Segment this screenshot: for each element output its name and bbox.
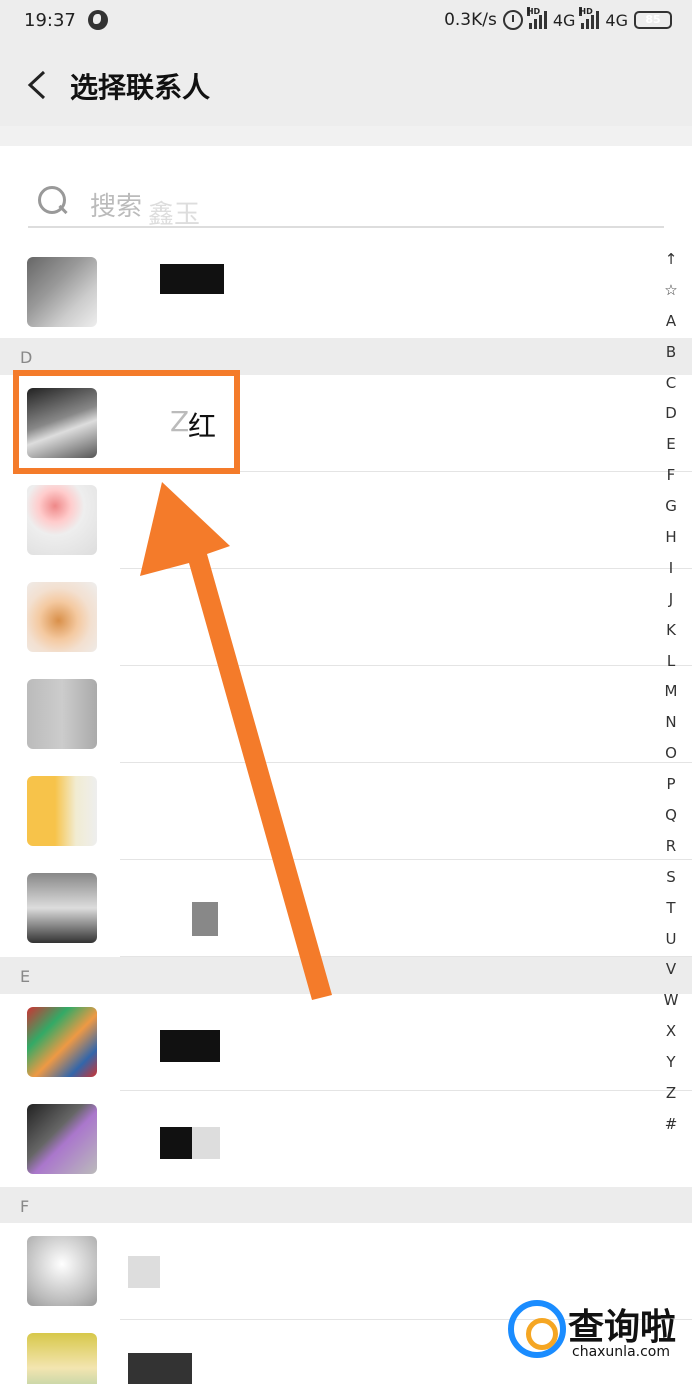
contact-avatar xyxy=(27,873,97,943)
index-letter[interactable]: A xyxy=(658,306,684,337)
redacted-name xyxy=(160,264,224,294)
index-letter[interactable]: V xyxy=(658,954,684,985)
contact-row[interactable] xyxy=(0,244,692,341)
contact-row[interactable] xyxy=(0,569,692,666)
redacted-name xyxy=(128,1256,160,1288)
index-letter[interactable]: F xyxy=(658,460,684,491)
hd-label-2: HD xyxy=(579,7,593,16)
index-letter[interactable]: ↑ xyxy=(658,244,684,275)
redacted-name xyxy=(192,902,218,936)
index-letter[interactable]: W xyxy=(658,985,684,1016)
search-placeholder: 搜索 xyxy=(90,192,143,222)
contact-avatar xyxy=(27,679,97,749)
redacted-name-2 xyxy=(192,1127,220,1159)
contact-avatar xyxy=(27,776,97,846)
status-time: 19:37 xyxy=(24,10,76,31)
globe-icon xyxy=(88,10,108,30)
search-icon xyxy=(36,184,70,218)
status-bar: 19:37 0.3K/s HD 4G HD 4G 85 xyxy=(0,0,692,44)
battery-level: 85 xyxy=(645,13,661,26)
index-letter[interactable]: P xyxy=(658,769,684,800)
index-letter[interactable]: N xyxy=(658,707,684,738)
index-letter[interactable]: S xyxy=(658,862,684,893)
index-letter[interactable]: O xyxy=(658,738,684,769)
contact-row[interactable] xyxy=(0,860,692,957)
redacted-name xyxy=(160,1030,220,1062)
index-letter[interactable]: B xyxy=(658,337,684,368)
contact-row[interactable] xyxy=(0,763,692,860)
index-letter[interactable]: Y xyxy=(658,1047,684,1078)
highlight-box xyxy=(13,370,240,474)
search-area: 搜索 鑫玉 xyxy=(0,146,692,244)
index-letter[interactable]: I xyxy=(658,553,684,584)
contact-row[interactable] xyxy=(0,1091,692,1188)
section-header-f: F xyxy=(0,1187,692,1224)
watermark: 查询啦 chaxunla.com xyxy=(502,1298,682,1364)
index-letter[interactable]: M xyxy=(658,676,684,707)
index-letter[interactable]: E xyxy=(658,429,684,460)
status-right: 0.3K/s HD 4G HD 4G 85 xyxy=(444,7,672,30)
redacted-name xyxy=(160,1127,192,1159)
alphabet-index[interactable]: ↑ ☆ A B C D E F G H I J K L M N O P Q R S T U V W X Y Z # xyxy=(658,244,684,1140)
contact-avatar xyxy=(27,582,97,652)
contact-row[interactable] xyxy=(0,666,692,763)
index-letter[interactable]: T xyxy=(658,893,684,924)
contact-row[interactable] xyxy=(0,994,692,1091)
network-2: 4G xyxy=(605,10,628,30)
section-header-e: E xyxy=(0,957,692,994)
index-letter[interactable]: K xyxy=(658,615,684,646)
contact-avatar xyxy=(27,1333,97,1384)
contact-avatar xyxy=(27,485,97,555)
signal-icon: HD xyxy=(526,7,547,29)
index-letter[interactable]: X xyxy=(658,1016,684,1047)
net-speed: 0.3K/s xyxy=(444,10,497,30)
watermark-brand: 查询啦 xyxy=(568,1307,677,1348)
contact-avatar xyxy=(27,1236,97,1306)
index-letter[interactable]: H xyxy=(658,522,684,553)
index-letter[interactable]: # xyxy=(658,1109,684,1140)
redacted-name xyxy=(128,1353,192,1384)
watermark-domain: chaxunla.com xyxy=(572,1344,670,1360)
page-title: 选择联系人 xyxy=(70,71,211,104)
search-ghost-text: 鑫玉 xyxy=(148,200,201,230)
watermark-logo-icon xyxy=(508,1300,566,1358)
index-letter[interactable]: C xyxy=(658,368,684,399)
index-letter[interactable]: U xyxy=(658,924,684,955)
index-letter[interactable]: G xyxy=(658,491,684,522)
index-letter[interactable]: L xyxy=(658,646,684,677)
contact-row[interactable] xyxy=(0,472,692,569)
contact-avatar xyxy=(27,1007,97,1077)
index-letter[interactable]: Z xyxy=(658,1078,684,1109)
index-letter[interactable]: J xyxy=(658,584,684,615)
header: 选择联系人 xyxy=(0,44,692,126)
battery-icon: 85 xyxy=(634,11,672,29)
index-letter[interactable]: R xyxy=(658,831,684,862)
search-input[interactable]: 搜索 鑫玉 xyxy=(28,164,664,230)
index-letter[interactable]: Q xyxy=(658,800,684,831)
signal-icon-2: HD xyxy=(579,7,600,29)
alarm-icon xyxy=(502,10,523,30)
network-1: 4G xyxy=(552,10,576,30)
back-icon[interactable] xyxy=(26,70,48,100)
index-letter[interactable]: D xyxy=(658,398,684,429)
hd-label: HD xyxy=(526,7,541,16)
index-letter[interactable]: ☆ xyxy=(658,275,684,306)
contact-avatar xyxy=(27,257,97,327)
contact-avatar xyxy=(27,1104,97,1174)
